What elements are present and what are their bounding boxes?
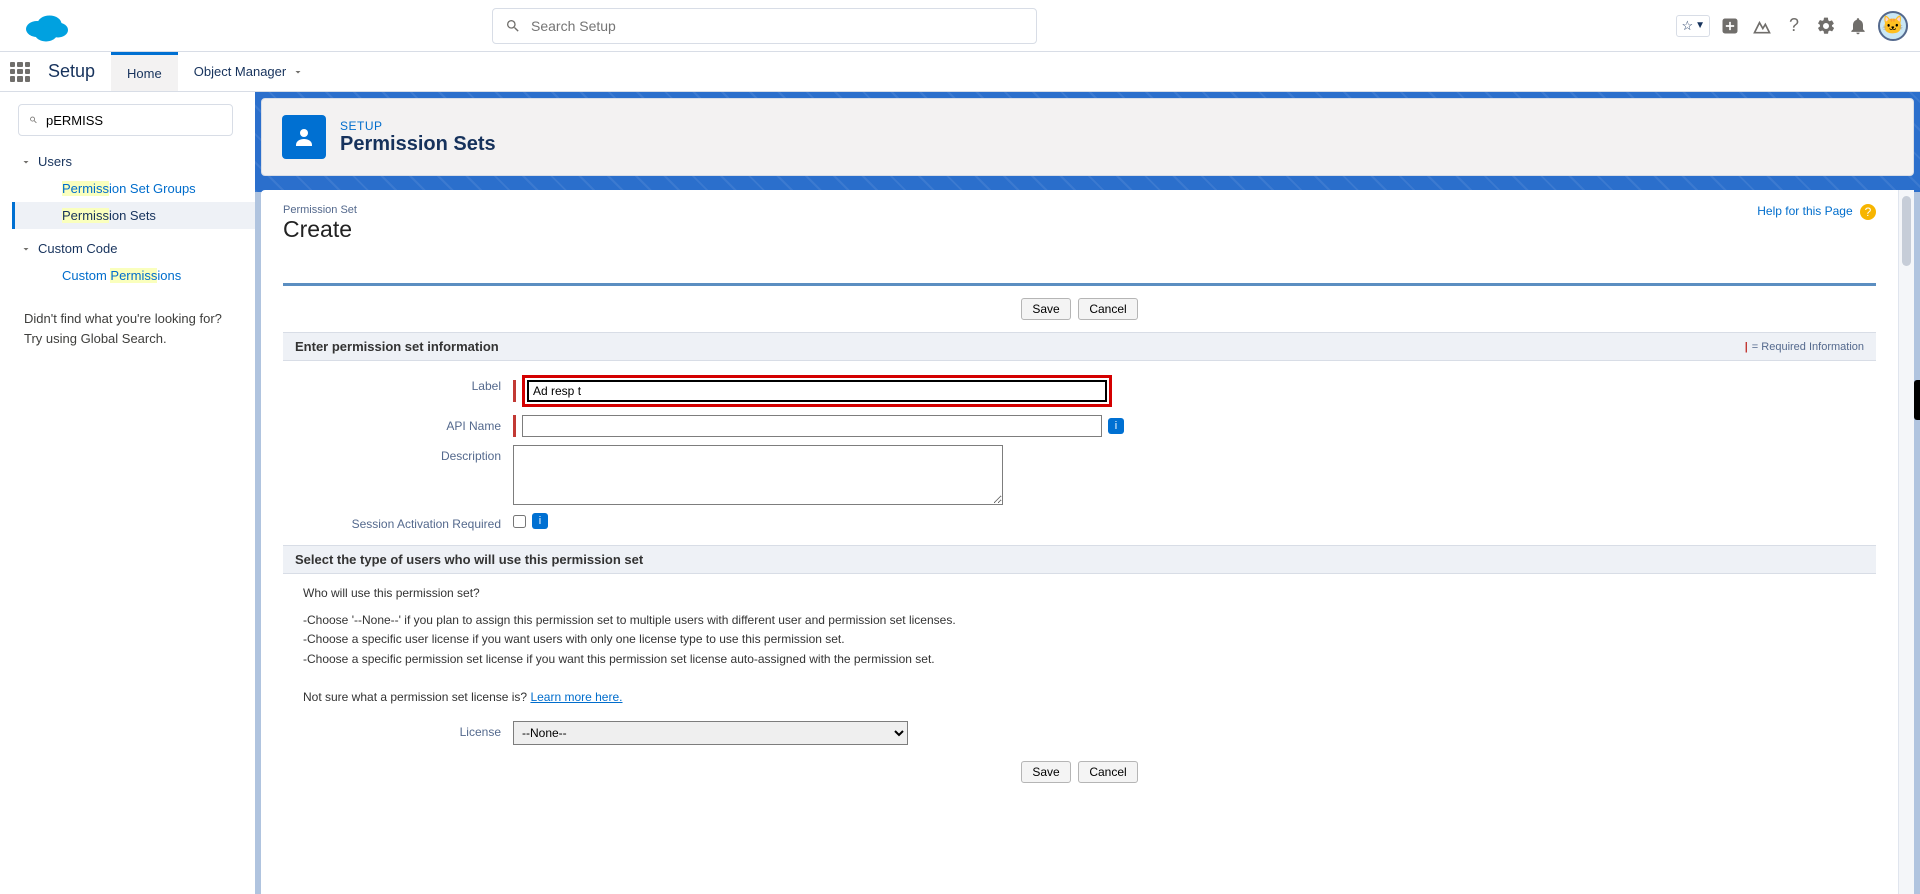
tree-section-custom-code[interactable]: Custom Code — [12, 235, 255, 262]
tree-section-users[interactable]: Users — [12, 148, 255, 175]
section-header-info: Enter permission set information |= Requ… — [283, 332, 1876, 361]
app-launcher-icon[interactable] — [0, 52, 40, 91]
help-icon[interactable]: ? — [1782, 14, 1806, 38]
license-select[interactable]: --None-- — [513, 721, 908, 745]
cancel-button[interactable]: Cancel — [1078, 761, 1137, 783]
required-info-legend: |= Required Information — [1745, 341, 1864, 353]
api-name-label: API Name — [283, 415, 513, 433]
tree-item-label: ion Sets — [109, 208, 156, 223]
setup-sidebar: Users Permission Set Groups Permission S… — [0, 92, 255, 894]
save-button[interactable]: Save — [1021, 761, 1070, 783]
search-icon — [505, 18, 521, 34]
tree-section-label: Users — [38, 154, 72, 169]
quick-find[interactable] — [18, 104, 233, 136]
nav-object-manager-label: Object Manager — [194, 64, 287, 79]
tree-section-label: Custom Code — [38, 241, 117, 256]
label-highlight — [522, 375, 1112, 407]
setup-gear-icon[interactable] — [1814, 14, 1838, 38]
scrollbar[interactable] — [1898, 190, 1914, 894]
star-icon: ☆ — [1681, 18, 1693, 34]
sidebar-item-custom-permissions[interactable]: Custom Permissions — [12, 262, 255, 289]
help-icon: ? — [1860, 204, 1876, 220]
entity-label: Permission Set — [283, 204, 1876, 216]
learn-more-link[interactable]: Learn more here. — [530, 690, 622, 704]
chevron-down-icon — [20, 156, 32, 168]
quick-find-input[interactable] — [46, 113, 222, 128]
trailhead-icon[interactable] — [1750, 14, 1774, 38]
breadcrumb: SETUP — [340, 119, 496, 133]
cancel-button[interactable]: Cancel — [1078, 298, 1137, 320]
notifications-icon[interactable] — [1846, 14, 1870, 38]
chevron-down-icon: ▼ — [1695, 20, 1705, 31]
content-area: SETUP Permission Sets Help for this Page… — [255, 92, 1920, 894]
help-for-page-link[interactable]: Help for this Page ? — [1757, 204, 1876, 220]
button-row-top: Save Cancel — [283, 286, 1876, 332]
global-search-input[interactable] — [531, 18, 1024, 34]
favorites-button[interactable]: ☆▼ — [1676, 15, 1710, 37]
global-search[interactable] — [492, 8, 1037, 44]
search-icon — [29, 113, 38, 127]
nav-object-manager[interactable]: Object Manager — [178, 52, 321, 91]
description-label: Description — [283, 445, 513, 463]
label-input[interactable] — [527, 380, 1107, 402]
permission-sets-icon — [282, 115, 326, 159]
nav-home[interactable]: Home — [111, 52, 178, 91]
section-header-users: Select the type of users who will use th… — [283, 545, 1876, 574]
required-indicator — [513, 415, 516, 437]
user-avatar[interactable]: 🐱 — [1878, 11, 1908, 41]
required-indicator — [513, 380, 516, 402]
app-name: Setup — [40, 52, 111, 91]
label-label: Label — [283, 375, 513, 393]
nav-home-label: Home — [127, 66, 162, 81]
info-icon[interactable]: i — [1108, 418, 1124, 434]
highlight-text: Permiss — [110, 268, 157, 283]
highlight-text: Permiss — [62, 181, 109, 196]
no-results-message: Didn't find what you're looking for? Try… — [12, 289, 255, 368]
api-name-input[interactable] — [522, 415, 1102, 437]
chevron-down-icon — [20, 243, 32, 255]
context-bar: Setup Home Object Manager — [0, 52, 1920, 92]
description-input[interactable] — [513, 445, 1003, 505]
chevron-down-icon — [292, 66, 304, 78]
page-title: Permission Sets — [340, 133, 496, 156]
tree-item-label: Custom — [62, 268, 110, 283]
sidebar-item-permission-set-groups[interactable]: Permission Set Groups — [12, 175, 255, 202]
scrollbar-thumb[interactable] — [1902, 196, 1911, 266]
add-icon[interactable] — [1718, 14, 1742, 38]
entity-title: Create — [283, 216, 1876, 243]
sidebar-item-permission-sets[interactable]: Permission Sets — [12, 202, 255, 229]
license-label: License — [283, 721, 513, 739]
detail-panel: Help for this Page ? Permission Set Crea… — [261, 190, 1914, 894]
button-row-bottom: Save Cancel — [283, 749, 1876, 795]
tree-item-label: ions — [157, 268, 181, 283]
highlight-text: Permiss — [62, 208, 109, 223]
info-icon[interactable]: i — [532, 513, 548, 529]
edge-tab[interactable] — [1914, 380, 1920, 420]
help-text-block: Who will use this permission set? -Choos… — [283, 574, 1876, 717]
session-activation-label: Session Activation Required — [283, 513, 513, 531]
tree-item-label: ion Set Groups — [109, 181, 196, 196]
salesforce-logo[interactable] — [22, 9, 72, 43]
global-header: ☆▼ ? 🐱 — [0, 0, 1920, 52]
save-button[interactable]: Save — [1021, 298, 1070, 320]
session-activation-checkbox[interactable] — [513, 515, 526, 528]
header-actions: ☆▼ ? 🐱 — [1676, 11, 1908, 41]
page-header: SETUP Permission Sets — [261, 98, 1914, 176]
